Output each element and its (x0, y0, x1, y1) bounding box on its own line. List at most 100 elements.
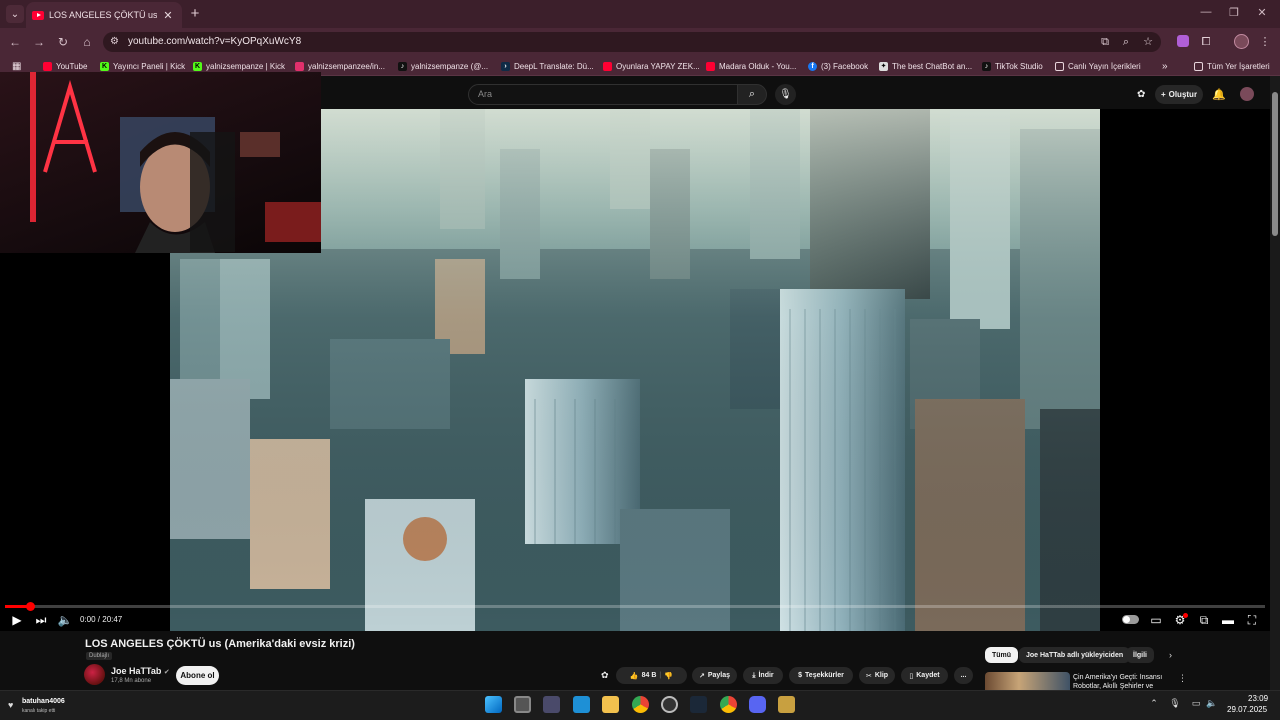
settings-hd-badge (1183, 613, 1188, 618)
chatbot-icon: ✦ (879, 62, 888, 71)
install-app-icon[interactable]: ⧉ (1098, 35, 1112, 49)
like-dislike-group: 👍 84 B | 👎 (616, 667, 687, 684)
tab-close-icon[interactable]: ✕ (162, 9, 174, 22)
file-explorer-icon[interactable] (602, 696, 619, 713)
bookmark-icon: ▯ (909, 672, 914, 680)
chrome-profile-icon[interactable] (720, 696, 737, 713)
folder-icon (1055, 62, 1064, 71)
chips-next-chevron-icon[interactable]: › (1169, 650, 1172, 660)
clip-button[interactable]: ✂ Klip (859, 667, 895, 684)
fullscreen-icon[interactable]: ⛶ (1243, 612, 1261, 628)
reload-icon[interactable]: ↻ (55, 34, 71, 50)
forward-icon[interactable]: → (31, 34, 47, 50)
youtube-avatar[interactable] (1240, 87, 1254, 101)
tiktok-icon: ♪ (398, 62, 407, 71)
recommendation-thumbnail[interactable] (985, 672, 1070, 690)
tray-volume-icon[interactable]: 🔈 (1205, 698, 1219, 709)
deepl-icon: › (501, 62, 510, 71)
back-icon[interactable]: ← (7, 34, 23, 50)
discord-icon[interactable] (749, 696, 766, 713)
bookmark-chatbot[interactable]: ✦ The best ChatBot an... (879, 60, 972, 73)
chip-from-uploader[interactable]: Joe HaTTab adlı yükleyiciden (1019, 647, 1131, 663)
extension-icon[interactable] (1177, 35, 1189, 47)
scrollbar-thumb[interactable] (1272, 92, 1278, 236)
channel-avatar[interactable] (84, 664, 105, 685)
dislike-icon[interactable]: 👎 (664, 672, 673, 680)
play-icon[interactable]: ▶ (8, 612, 26, 628)
minimize-icon[interactable]: — (1196, 6, 1216, 18)
share-icon: ↗ (698, 672, 705, 680)
autoplay-toggle[interactable] (1122, 615, 1139, 624)
new-tab-button[interactable]: + (186, 5, 204, 23)
maximize-icon[interactable]: ❐ (1224, 6, 1244, 19)
extensions-puzzle-icon[interactable]: ⧠ (1199, 35, 1213, 49)
tiktok-icon: ♪ (982, 62, 991, 71)
all-bookmarks-folder[interactable]: Tüm Yer İşaretleri (1194, 60, 1270, 73)
bookmarks-overflow-icon[interactable]: » (1162, 60, 1168, 73)
volume-icon[interactable]: 🔈 (56, 612, 74, 628)
task-view-icon[interactable] (514, 696, 531, 713)
save-button[interactable]: ▯ Kaydet (901, 667, 948, 684)
tray-overflow-icon[interactable]: ⌃ (1147, 698, 1161, 709)
clock-time[interactable]: 23:09 (1248, 694, 1268, 703)
browser-menu-icon[interactable]: ⋮ (1258, 35, 1272, 49)
steam-icon[interactable] (690, 696, 707, 713)
verified-check-icon: ✔ (163, 669, 170, 676)
start-menu-icon[interactable] (485, 696, 502, 713)
cast-extension-icon[interactable]: ✿ (1137, 89, 1145, 100)
tray-mic-icon[interactable]: 🎙 (1168, 698, 1182, 709)
share-button[interactable]: ↗ Paylaş (692, 667, 737, 684)
obs-icon[interactable] (661, 696, 678, 713)
like-count[interactable]: 84 B (642, 672, 657, 679)
bookmark-facebook[interactable]: f (3) Facebook (808, 60, 868, 73)
thanks-button[interactable]: $ Teşekkürler (789, 667, 853, 684)
miniplayer-icon[interactable]: ⧉ (1195, 612, 1213, 628)
app-icon-1[interactable] (543, 696, 560, 713)
bookmark-folder-live[interactable]: Canlı Yayın İçerikleri (1055, 60, 1141, 73)
bookmark-tiktok[interactable]: ♪ yalnizsempanze (@... (398, 60, 488, 73)
webcam-overlay (0, 72, 321, 253)
bookmark-star-icon[interactable]: ☆ (1141, 35, 1155, 49)
ai-summary-icon[interactable]: ✿ (601, 670, 609, 681)
follow-alert-text: kanalı takip etti (22, 708, 56, 714)
search-icon[interactable]: ⌕ (737, 84, 767, 105)
create-button[interactable]: + Oluştur (1155, 85, 1203, 104)
profile-avatar[interactable] (1234, 34, 1249, 49)
youtube-favicon-icon (32, 10, 44, 20)
home-icon[interactable]: ⌂ (79, 34, 95, 50)
close-window-icon[interactable]: ✕ (1252, 6, 1272, 19)
like-icon[interactable]: 👍 (630, 672, 639, 680)
clock-date[interactable]: 29.07.2025 (1227, 705, 1267, 714)
bookmark-tiktok-studio[interactable]: ♪ TikTok Studio (982, 60, 1043, 73)
tab-active[interactable]: LOS ANGELES ÇÖKTÜ us (Amerika'daki evsiz… (26, 2, 182, 28)
chip-all[interactable]: Tümü (985, 647, 1019, 663)
chrome-icon[interactable] (632, 696, 649, 713)
subscribe-button[interactable]: Abone ol (176, 666, 219, 685)
search-input[interactable] (468, 84, 738, 105)
instagram-icon (295, 62, 304, 71)
recommendation-menu-icon[interactable]: ⋮ (1178, 673, 1187, 684)
progress-bar[interactable] (5, 605, 1265, 608)
app-icon-2[interactable] (778, 696, 795, 713)
next-video-icon[interactable]: ⏭ (32, 612, 50, 628)
theater-mode-icon[interactable]: ▬ (1219, 612, 1237, 628)
url-text[interactable]: youtube.com/watch?v=KyOPqXuWcY8 (128, 36, 301, 47)
microphone-icon[interactable]: 🎙 (775, 84, 796, 105)
zoom-icon[interactable]: ⌕ (1119, 35, 1133, 49)
subtitles-icon[interactable]: ▭ (1147, 612, 1165, 628)
more-actions-button[interactable]: ... (954, 667, 973, 684)
time-display: 0:00 / 20:47 (80, 615, 123, 624)
bookmark-youtube-video-1[interactable]: Oyunlara YAPAY ZEK... (603, 60, 700, 73)
kick-icon: K (100, 62, 109, 71)
tray-network-icon[interactable]: ▭ (1189, 698, 1203, 709)
download-button[interactable]: ⤓ İndir (743, 667, 783, 684)
site-info-icon[interactable]: ⚙ (110, 36, 122, 48)
bookmark-youtube-video-2[interactable]: Madara Olduk - You... (706, 60, 796, 73)
bookmark-deepl[interactable]: › DeepL Translate: Dü... (501, 60, 594, 73)
notifications-bell-icon[interactable]: 🔔 (1212, 88, 1226, 101)
tab-search-chevron-icon[interactable]: ⌄ (6, 5, 24, 23)
photos-icon[interactable] (573, 696, 590, 713)
chip-related[interactable]: İlgili (1126, 647, 1154, 663)
recommendation-title[interactable]: Çin Amerika'yı Geçti: İnsansı Robotlar, … (1073, 673, 1173, 690)
channel-name[interactable]: Joe HaTTab ✔ (111, 666, 170, 676)
